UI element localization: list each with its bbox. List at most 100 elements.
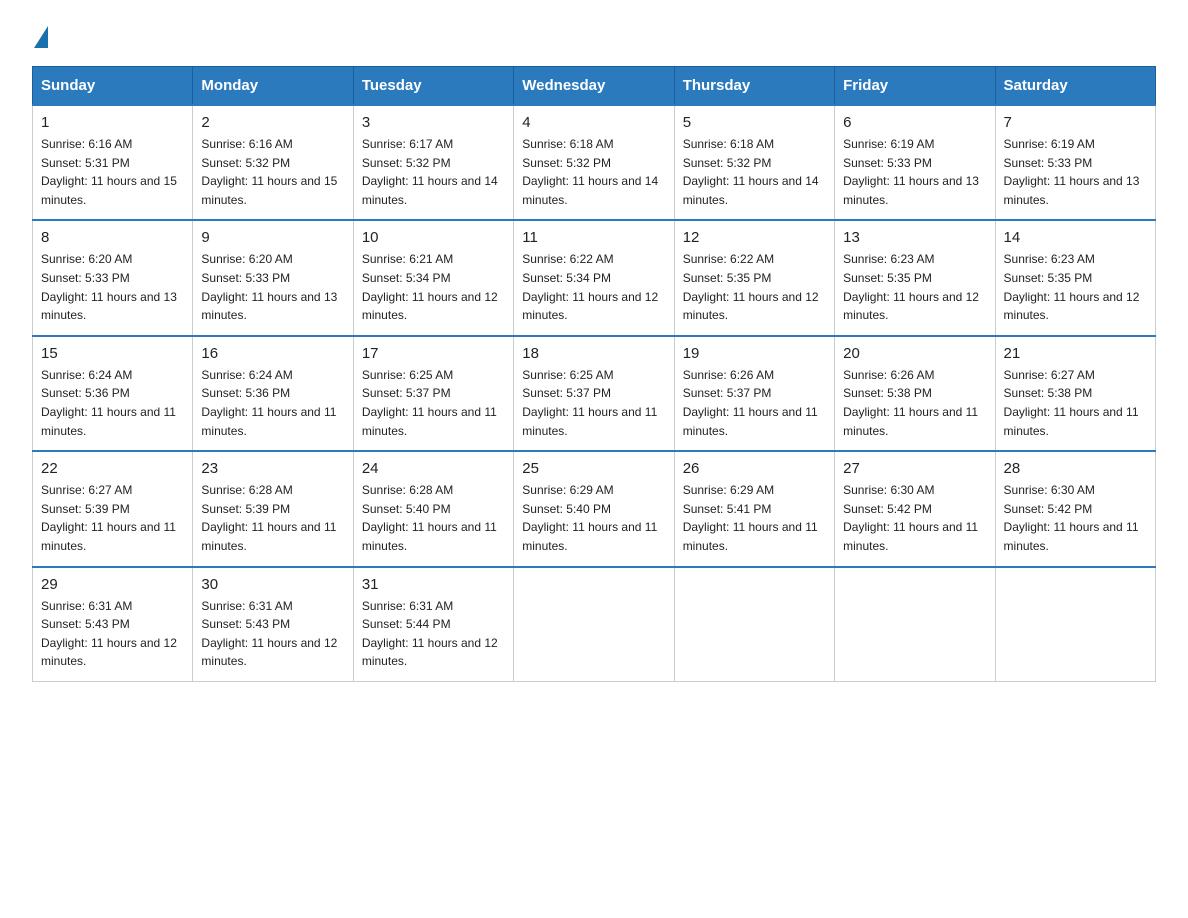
- calendar-cell: 3 Sunrise: 6:17 AMSunset: 5:32 PMDaylight…: [353, 105, 513, 220]
- day-number: 11: [522, 229, 665, 246]
- calendar-cell: [674, 567, 834, 682]
- day-number: 25: [522, 460, 665, 477]
- calendar-cell: 10 Sunrise: 6:21 AMSunset: 5:34 PMDayligh…: [353, 220, 513, 335]
- day-number: 30: [201, 576, 344, 593]
- day-info: Sunrise: 6:30 AMSunset: 5:42 PMDaylight:…: [843, 481, 986, 555]
- day-info: Sunrise: 6:28 AMSunset: 5:39 PMDaylight:…: [201, 481, 344, 555]
- calendar-week-3: 15Sunrise: 6:24 AMSunset: 5:36 PMDayligh…: [33, 336, 1156, 451]
- day-number: 5: [683, 114, 826, 131]
- calendar-cell: 19 Sunrise: 6:26 AMSunset: 5:37 PMDayligh…: [674, 336, 834, 451]
- calendar-cell: 1 Sunrise: 6:16 AMSunset: 5:31 PMDaylight…: [33, 105, 193, 220]
- calendar-cell: 9 Sunrise: 6:20 AMSunset: 5:33 PMDaylight…: [193, 220, 353, 335]
- calendar-cell: 12 Sunrise: 6:22 AMSunset: 5:35 PMDayligh…: [674, 220, 834, 335]
- day-info: Sunrise: 6:21 AMSunset: 5:34 PMDaylight:…: [362, 250, 505, 324]
- weekday-header-friday: Friday: [835, 67, 995, 106]
- day-number: 23: [201, 460, 344, 477]
- day-number: 18: [522, 345, 665, 362]
- calendar-cell: [514, 567, 674, 682]
- calendar-cell: 6Sunrise: 6:19 AMSunset: 5:33 PMDaylight…: [835, 105, 995, 220]
- day-number: 22: [41, 460, 184, 477]
- day-number: 9: [201, 229, 344, 246]
- day-number: 2: [201, 114, 344, 131]
- day-info: Sunrise: 6:23 AMSunset: 5:35 PMDaylight:…: [1004, 250, 1147, 324]
- calendar-cell: 4Sunrise: 6:18 AMSunset: 5:32 PMDaylight…: [514, 105, 674, 220]
- day-info: Sunrise: 6:26 AMSunset: 5:38 PMDaylight:…: [843, 366, 986, 440]
- calendar-cell: 26 Sunrise: 6:29 AMSunset: 5:41 PMDayligh…: [674, 451, 834, 566]
- day-info: Sunrise: 6:17 AMSunset: 5:32 PMDaylight:…: [362, 135, 505, 209]
- day-info: Sunrise: 6:16 AMSunset: 5:31 PMDaylight:…: [41, 135, 184, 209]
- day-info: Sunrise: 6:31 AMSunset: 5:44 PMDaylight:…: [362, 597, 505, 671]
- calendar-header: SundayMondayTuesdayWednesdayThursdayFrid…: [33, 67, 1156, 106]
- day-number: 1: [41, 114, 184, 131]
- day-info: Sunrise: 6:26 AMSunset: 5:37 PMDaylight:…: [683, 366, 826, 440]
- calendar-cell: 18 Sunrise: 6:25 AMSunset: 5:37 PMDayligh…: [514, 336, 674, 451]
- day-number: 13: [843, 229, 986, 246]
- day-number: 8: [41, 229, 184, 246]
- calendar-cell: 28 Sunrise: 6:30 AMSunset: 5:42 PMDayligh…: [995, 451, 1155, 566]
- day-info: Sunrise: 6:27 AMSunset: 5:39 PMDaylight:…: [41, 481, 184, 555]
- day-info: Sunrise: 6:20 AMSunset: 5:33 PMDaylight:…: [201, 250, 344, 324]
- calendar-week-2: 8 Sunrise: 6:20 AMSunset: 5:33 PMDaylight…: [33, 220, 1156, 335]
- calendar-cell: 15Sunrise: 6:24 AMSunset: 5:36 PMDayligh…: [33, 336, 193, 451]
- day-number: 7: [1004, 114, 1147, 131]
- calendar-cell: 22 Sunrise: 6:27 AMSunset: 5:39 PMDayligh…: [33, 451, 193, 566]
- day-number: 3: [362, 114, 505, 131]
- day-number: 4: [522, 114, 665, 131]
- day-info: Sunrise: 6:25 AMSunset: 5:37 PMDaylight:…: [522, 366, 665, 440]
- calendar-cell: 31 Sunrise: 6:31 AMSunset: 5:44 PMDayligh…: [353, 567, 513, 682]
- day-number: 28: [1004, 460, 1147, 477]
- weekday-header-wednesday: Wednesday: [514, 67, 674, 106]
- logo-triangle-icon: [34, 26, 48, 48]
- day-number: 17: [362, 345, 505, 362]
- weekday-header-sunday: Sunday: [33, 67, 193, 106]
- calendar-cell: 8Sunrise: 6:20 AMSunset: 5:33 PMDaylight…: [33, 220, 193, 335]
- day-info: Sunrise: 6:31 AMSunset: 5:43 PMDaylight:…: [201, 597, 344, 671]
- day-number: 27: [843, 460, 986, 477]
- calendar-cell: 2 Sunrise: 6:16 AMSunset: 5:32 PMDaylight…: [193, 105, 353, 220]
- calendar-cell: [835, 567, 995, 682]
- calendar-cell: 27 Sunrise: 6:30 AMSunset: 5:42 PMDayligh…: [835, 451, 995, 566]
- day-info: Sunrise: 6:29 AMSunset: 5:40 PMDaylight:…: [522, 481, 665, 555]
- day-info: Sunrise: 6:30 AMSunset: 5:42 PMDaylight:…: [1004, 481, 1147, 555]
- day-info: Sunrise: 6:25 AMSunset: 5:37 PMDaylight:…: [362, 366, 505, 440]
- day-number: 14: [1004, 229, 1147, 246]
- day-info: Sunrise: 6:29 AMSunset: 5:41 PMDaylight:…: [683, 481, 826, 555]
- day-info: Sunrise: 6:28 AMSunset: 5:40 PMDaylight:…: [362, 481, 505, 555]
- calendar-table: SundayMondayTuesdayWednesdayThursdayFrid…: [32, 66, 1156, 682]
- day-info: Sunrise: 6:22 AMSunset: 5:35 PMDaylight:…: [683, 250, 826, 324]
- weekday-header-row: SundayMondayTuesdayWednesdayThursdayFrid…: [33, 67, 1156, 106]
- day-number: 6: [843, 114, 986, 131]
- day-number: 19: [683, 345, 826, 362]
- day-info: Sunrise: 6:23 AMSunset: 5:35 PMDaylight:…: [843, 250, 986, 324]
- calendar-cell: 16Sunrise: 6:24 AMSunset: 5:36 PMDayligh…: [193, 336, 353, 451]
- calendar-cell: [995, 567, 1155, 682]
- day-number: 26: [683, 460, 826, 477]
- calendar-cell: 11Sunrise: 6:22 AMSunset: 5:34 PMDayligh…: [514, 220, 674, 335]
- day-info: Sunrise: 6:31 AMSunset: 5:43 PMDaylight:…: [41, 597, 184, 671]
- day-number: 31: [362, 576, 505, 593]
- calendar-cell: 21 Sunrise: 6:27 AMSunset: 5:38 PMDayligh…: [995, 336, 1155, 451]
- calendar-week-5: 29 Sunrise: 6:31 AMSunset: 5:43 PMDayligh…: [33, 567, 1156, 682]
- day-number: 12: [683, 229, 826, 246]
- day-info: Sunrise: 6:16 AMSunset: 5:32 PMDaylight:…: [201, 135, 344, 209]
- weekday-header-thursday: Thursday: [674, 67, 834, 106]
- calendar-cell: 17 Sunrise: 6:25 AMSunset: 5:37 PMDayligh…: [353, 336, 513, 451]
- day-info: Sunrise: 6:19 AMSunset: 5:33 PMDaylight:…: [1004, 135, 1147, 209]
- day-number: 10: [362, 229, 505, 246]
- day-number: 29: [41, 576, 184, 593]
- weekday-header-saturday: Saturday: [995, 67, 1155, 106]
- day-number: 21: [1004, 345, 1147, 362]
- calendar-week-4: 22 Sunrise: 6:27 AMSunset: 5:39 PMDayligh…: [33, 451, 1156, 566]
- day-number: 20: [843, 345, 986, 362]
- calendar-cell: 5 Sunrise: 6:18 AMSunset: 5:32 PMDaylight…: [674, 105, 834, 220]
- day-number: 24: [362, 460, 505, 477]
- calendar-cell: 20 Sunrise: 6:26 AMSunset: 5:38 PMDayligh…: [835, 336, 995, 451]
- calendar-cell: 29 Sunrise: 6:31 AMSunset: 5:43 PMDayligh…: [33, 567, 193, 682]
- day-info: Sunrise: 6:24 AMSunset: 5:36 PMDaylight:…: [201, 366, 344, 440]
- calendar-body: 1 Sunrise: 6:16 AMSunset: 5:31 PMDaylight…: [33, 105, 1156, 681]
- weekday-header-monday: Monday: [193, 67, 353, 106]
- day-info: Sunrise: 6:24 AMSunset: 5:36 PMDaylight:…: [41, 366, 184, 440]
- day-info: Sunrise: 6:27 AMSunset: 5:38 PMDaylight:…: [1004, 366, 1147, 440]
- day-info: Sunrise: 6:18 AMSunset: 5:32 PMDaylight:…: [683, 135, 826, 209]
- page-header: [32, 24, 1156, 48]
